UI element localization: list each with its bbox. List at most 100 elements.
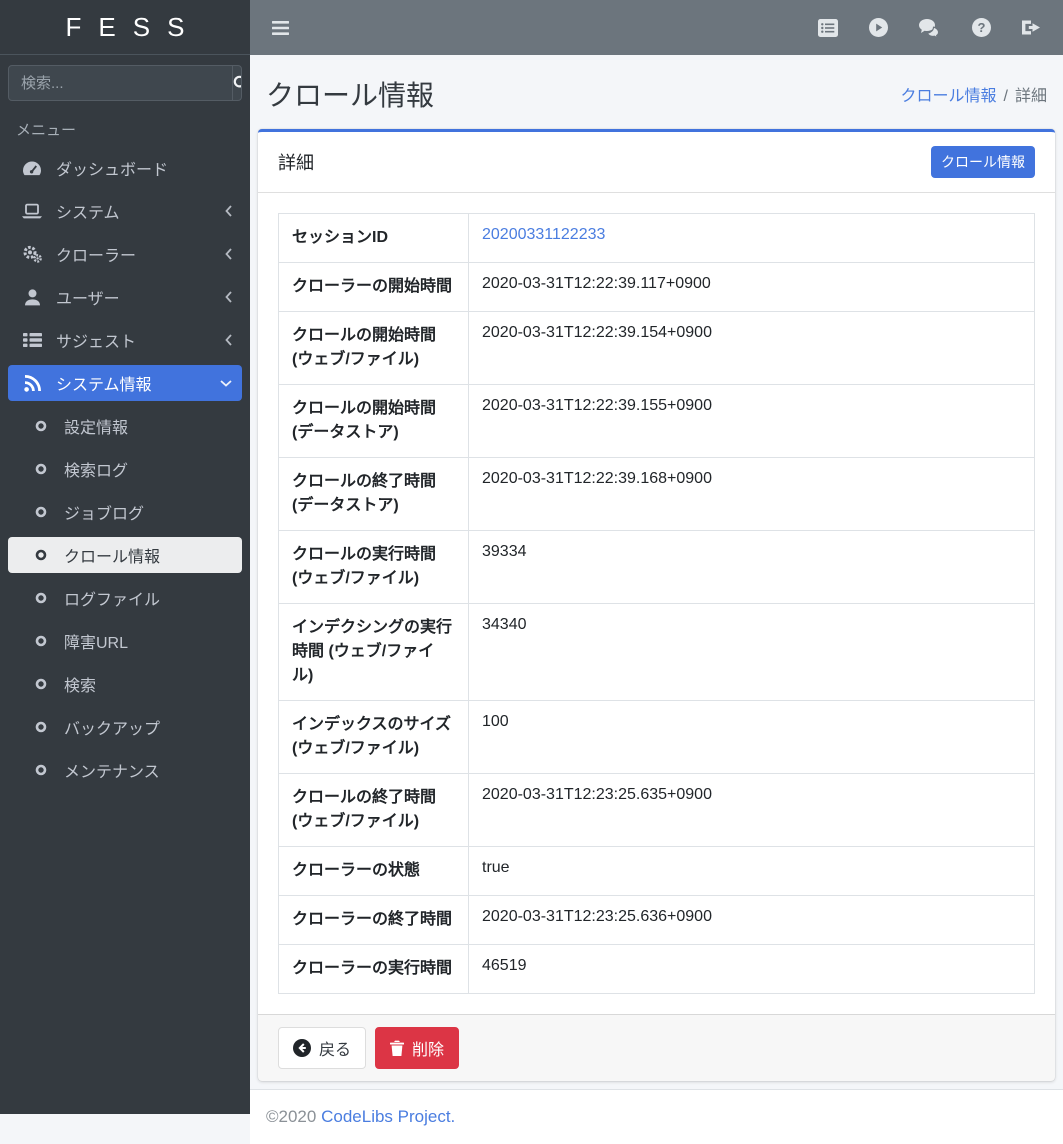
row-label: クローラーの実行時間 xyxy=(279,945,469,994)
sidebar-subitem-label: 検索ログ xyxy=(64,457,232,481)
row-label: クローラーの終了時間 xyxy=(279,896,469,945)
bars-icon[interactable] xyxy=(272,21,289,35)
row-value: 39334 xyxy=(469,531,1035,604)
list-alt-icon[interactable] xyxy=(818,19,838,37)
rss-icon xyxy=(18,375,46,392)
user-icon xyxy=(18,289,46,306)
sidebar-subitem-job-log[interactable]: ジョブログ xyxy=(8,494,242,530)
circle-icon xyxy=(32,678,50,690)
card-title: 詳細 xyxy=(278,149,314,175)
sidebar-subitem-crawling-info[interactable]: クロール情報 xyxy=(8,537,242,573)
table-row: クロールの実行時間 (ウェブ/ファイル) 39334 xyxy=(279,531,1035,604)
main-footer: ©2020 CodeLibs Project. xyxy=(250,1089,1063,1144)
row-value: 2020-03-31T12:22:39.154+0900 xyxy=(469,312,1035,385)
play-circle-icon[interactable] xyxy=(869,18,888,37)
sidebar-subitem-failure-url[interactable]: 障害URL xyxy=(8,623,242,659)
sidebar-item-system[interactable]: システム xyxy=(8,193,242,229)
circle-icon xyxy=(32,506,50,518)
sidebar-search xyxy=(8,65,242,101)
navbar-icons: ? xyxy=(818,18,1041,37)
card-footer: 戻る 削除 xyxy=(258,1014,1055,1081)
row-label: クロールの開始時間 (ウェブ/ファイル) xyxy=(279,312,469,385)
circle-icon xyxy=(32,721,50,733)
sidebar-subitem-label: バックアップ xyxy=(64,715,232,739)
list-icon xyxy=(18,332,46,348)
app-layout: FESS メニュー xyxy=(0,0,1063,1114)
search-input[interactable] xyxy=(9,66,232,100)
sidebar-subitem-config-info[interactable]: 設定情報 xyxy=(8,408,242,444)
cogs-icon xyxy=(18,245,46,263)
search-icon xyxy=(233,75,242,91)
row-label: クローラーの状態 xyxy=(279,847,469,896)
codelibs-link[interactable]: CodeLibs Project. xyxy=(321,1107,455,1126)
sign-out-icon[interactable] xyxy=(1022,19,1041,36)
back-button[interactable]: 戻る xyxy=(278,1027,366,1069)
sidebar-item-label: システム情報 xyxy=(56,371,220,395)
row-label: クローラーの開始時間 xyxy=(279,263,469,312)
chevron-down-icon xyxy=(220,380,232,387)
row-value: 34340 xyxy=(469,604,1035,701)
crawling-info-list-button[interactable]: クロール情報 xyxy=(931,146,1035,178)
card-body: セッションID 20200331122233 クローラーの開始時間 2020-0… xyxy=(258,193,1055,1014)
sidebar-item-user[interactable]: ユーザー xyxy=(8,279,242,315)
sidebar-item-label: ダッシュボード xyxy=(56,156,232,180)
search-button[interactable] xyxy=(232,66,242,100)
table-row: クロールの開始時間 (ウェブ/ファイル) 2020-03-31T12:22:39… xyxy=(279,312,1035,385)
row-label: クロールの終了時間 (ウェブ/ファイル) xyxy=(279,774,469,847)
back-button-label: 戻る xyxy=(319,1036,351,1060)
row-value: 2020-03-31T12:23:25.636+0900 xyxy=(469,896,1035,945)
table-row: クロールの終了時間 (データストア) 2020-03-31T12:22:39.1… xyxy=(279,458,1035,531)
sidebar-subitem-label: 設定情報 xyxy=(64,414,232,438)
copyright-text: ©2020 xyxy=(266,1107,316,1126)
row-label: クロールの終了時間 (データストア) xyxy=(279,458,469,531)
breadcrumb-link-crawling-info[interactable]: クロール情報 xyxy=(901,88,997,105)
row-value: 2020-03-31T12:22:39.117+0900 xyxy=(469,263,1035,312)
table-row: クローラーの実行時間 46519 xyxy=(279,945,1035,994)
brand-logo[interactable]: FESS xyxy=(0,0,250,55)
row-label: クロールの開始時間 (データストア) xyxy=(279,385,469,458)
sidebar-subitem-backup[interactable]: バックアップ xyxy=(8,709,242,745)
sidebar-subitem-maintenance[interactable]: メンテナンス xyxy=(8,752,242,788)
circle-icon xyxy=(32,592,50,604)
detail-table: セッションID 20200331122233 クローラーの開始時間 2020-0… xyxy=(278,213,1035,994)
breadcrumb-current: 詳細 xyxy=(1015,88,1047,105)
sidebar-subitem-label: ログファイル xyxy=(64,586,232,610)
sidebar-subitem-search-log[interactable]: 検索ログ xyxy=(8,451,242,487)
question-circle-icon[interactable]: ? xyxy=(972,18,991,37)
chevron-left-icon xyxy=(225,291,232,303)
sidebar-subitem-label: 障害URL xyxy=(64,629,232,653)
sidebar: FESS メニュー xyxy=(0,0,250,1114)
delete-button[interactable]: 削除 xyxy=(375,1027,459,1069)
row-label: クロールの実行時間 (ウェブ/ファイル) xyxy=(279,531,469,604)
svg-text:?: ? xyxy=(978,20,986,35)
menu-header: メニュー xyxy=(0,107,250,150)
circle-icon xyxy=(32,463,50,475)
content-header: クロール情報 クロール情報/詳細 xyxy=(250,55,1063,129)
detail-card: 詳細 クロール情報 セッションID 20200331122233 クローラーの開… xyxy=(258,129,1055,1081)
circle-icon xyxy=(32,420,50,432)
sidebar-subitem-search[interactable]: 検索 xyxy=(8,666,242,702)
comments-icon[interactable] xyxy=(919,19,941,37)
sidebar-item-dashboard[interactable]: ダッシュボード xyxy=(8,150,242,186)
sidebar-item-system-info[interactable]: システム情報 xyxy=(8,365,242,401)
row-value: 2020-03-31T12:22:39.168+0900 xyxy=(469,458,1035,531)
table-row: インデクシングの実行時間 (ウェブ/ファイル) 34340 xyxy=(279,604,1035,701)
session-id-link[interactable]: 20200331122233 xyxy=(482,226,605,243)
sidebar-subitem-label: ジョブログ xyxy=(64,500,232,524)
trash-icon xyxy=(390,1040,404,1056)
table-row: クロールの終了時間 (ウェブ/ファイル) 2020-03-31T12:23:25… xyxy=(279,774,1035,847)
sidebar-item-crawler[interactable]: クローラー xyxy=(8,236,242,272)
chevron-left-icon xyxy=(225,248,232,260)
sidebar-item-label: サジェスト xyxy=(56,328,225,352)
table-row: クローラーの終了時間 2020-03-31T12:23:25.636+0900 xyxy=(279,896,1035,945)
sidebar-item-suggest[interactable]: サジェスト xyxy=(8,322,242,358)
circle-icon xyxy=(32,635,50,647)
row-value: 2020-03-31T12:23:25.635+0900 xyxy=(469,774,1035,847)
row-value: 100 xyxy=(469,701,1035,774)
table-row: クローラーの状態 true xyxy=(279,847,1035,896)
sidebar-subitem-log-file[interactable]: ログファイル xyxy=(8,580,242,616)
table-row: クロールの開始時間 (データストア) 2020-03-31T12:22:39.1… xyxy=(279,385,1035,458)
sidebar-subitem-label: クロール情報 xyxy=(64,543,232,567)
sidebar-item-label: ユーザー xyxy=(56,285,225,309)
table-row: インデックスのサイズ (ウェブ/ファイル) 100 xyxy=(279,701,1035,774)
